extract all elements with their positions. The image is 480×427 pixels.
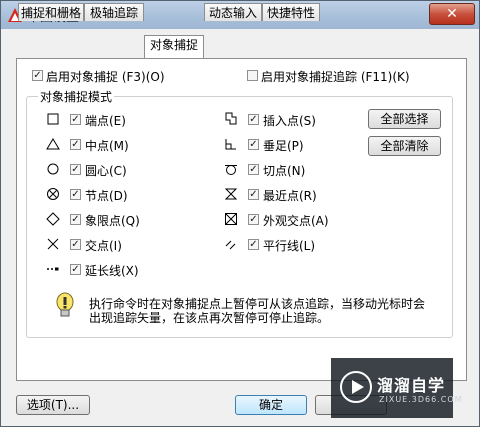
x-intersection-icon [47, 238, 59, 250]
close-button[interactable]: ✕ [429, 3, 475, 25]
tab-quick-properties[interactable]: 快捷特性 [262, 3, 320, 21]
intersection-checkbox[interactable]: ✓ [70, 239, 81, 250]
insertion-icon [225, 112, 237, 125]
tab-object-snap[interactable]: 对象捕捉 [144, 35, 204, 58]
ok-button[interactable]: 确定 [235, 395, 307, 415]
center-label[interactable]: 圆心(C) [85, 162, 127, 179]
insertion-label[interactable]: 插入点(S) [263, 112, 316, 129]
watermark-badge: 溜溜自学 ZIXUE.3D66.COM [331, 358, 462, 418]
clear-all-button[interactable]: 全部清除 [368, 136, 441, 156]
endpoint-checkbox[interactable]: ✓ [70, 114, 81, 125]
midpoint-label[interactable]: 中点(M) [85, 137, 129, 154]
apparent-intersection-checkbox[interactable]: ✓ [248, 214, 259, 225]
osnap-on-checkbox[interactable]: ✓ [32, 70, 43, 81]
square-endpoint-icon [47, 113, 59, 125]
osnap-on-label[interactable]: 启用对象捕捉 (F3)(O) [46, 68, 165, 85]
quadrant-checkbox[interactable]: ✓ [70, 214, 81, 225]
nearest-checkbox[interactable]: ✓ [248, 189, 259, 200]
endpoint-label[interactable]: 端点(E) [85, 112, 126, 129]
tab-snap-grid[interactable]: 捕捉和栅格 [18, 3, 84, 21]
tab-dynamic-input[interactable]: 动态输入 [204, 3, 262, 21]
quadrant-label[interactable]: 象限点(Q) [85, 212, 140, 229]
node-label[interactable]: 节点(D) [85, 187, 128, 204]
play-logo-icon [340, 371, 372, 403]
parallel-checkbox[interactable]: ✓ [248, 239, 259, 250]
tracking-on-label[interactable]: 启用对象捕捉追踪 (F11)(K) [261, 68, 410, 85]
node-checkbox[interactable]: ✓ [70, 189, 81, 200]
lightbulb-info-icon [56, 292, 74, 317]
circled-x-node-icon [47, 188, 59, 200]
boxed-x-apparent-icon [225, 213, 237, 225]
tangent-checkbox[interactable]: ✓ [248, 164, 259, 175]
tangent-label[interactable]: 切点(N) [263, 162, 305, 179]
perpendicular-label[interactable]: 垂足(P) [263, 137, 304, 154]
hourglass-nearest-icon [224, 188, 238, 200]
dash-extension-icon [47, 267, 59, 271]
watermark-subtitle: ZIXUE.3D66.COM [379, 395, 463, 404]
perpendicular-icon [225, 139, 236, 150]
tracking-hint-text: 执行命令时在对象捕捉点上暂停可从该点追踪，当移动光标时会出现追踪矢量，在该点再次… [89, 297, 426, 325]
options-button[interactable]: 选项(T)... [16, 395, 90, 415]
drafting-settings-dialog: 草图设置 ✕ 捕捉和栅格 极轴追踪 对象捕捉 动态输入 快捷特性 ✓ 启用对象捕… [0, 0, 480, 427]
perpendicular-checkbox[interactable]: ✓ [248, 139, 259, 150]
tangent-icon [225, 165, 237, 175]
midpoint-checkbox[interactable]: ✓ [70, 139, 81, 150]
extension-checkbox[interactable]: ✓ [70, 264, 81, 275]
apparent-intersection-label[interactable]: 外观交点(A) [263, 212, 329, 229]
center-checkbox[interactable]: ✓ [70, 164, 81, 175]
insertion-checkbox[interactable]: ✓ [248, 114, 259, 125]
extension-label[interactable]: 延长线(X) [85, 262, 139, 279]
parallel-label[interactable]: 平行线(L) [263, 237, 315, 254]
select-all-button[interactable]: 全部选择 [368, 109, 441, 129]
parallel-icon [225, 240, 236, 250]
triangle-midpoint-icon [46, 138, 60, 150]
diamond-quadrant-icon [46, 212, 60, 226]
snap-modes-group-title: 对象捕捉模式 [38, 88, 115, 105]
nearest-label[interactable]: 最近点(R) [263, 187, 317, 204]
tracking-on-checkbox[interactable] [247, 70, 258, 81]
circle-center-icon [47, 163, 59, 175]
tab-polar-tracking[interactable]: 极轴追踪 [84, 3, 144, 21]
watermark-title: 溜溜自学 [377, 376, 446, 395]
intersection-label[interactable]: 交点(I) [85, 237, 122, 254]
